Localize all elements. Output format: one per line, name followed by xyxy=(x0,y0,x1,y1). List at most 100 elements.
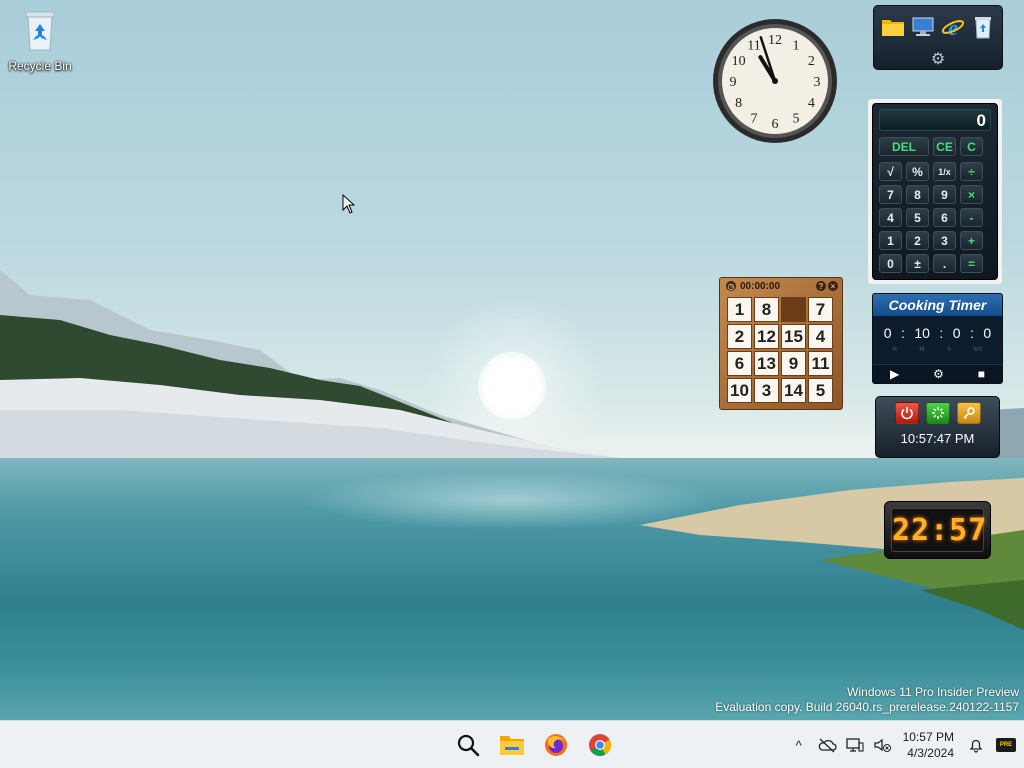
network-icon[interactable] xyxy=(841,737,869,753)
puzzle-tile[interactable]: 14 xyxy=(781,378,806,403)
timer-ms[interactable]: 0 xyxy=(983,325,991,341)
taskbar: ^ 10:57 PM 4/3/2024 PRE xyxy=(0,720,1024,768)
puzzle-tile[interactable]: 1 xyxy=(727,297,752,322)
internet-explorer-icon[interactable]: e xyxy=(940,14,966,40)
puzzle-tile[interactable]: 5 xyxy=(808,378,833,403)
calc-key[interactable]: 2 xyxy=(906,231,929,250)
taskbar-file-explorer-button[interactable] xyxy=(496,729,528,761)
calc-key[interactable]: √ xyxy=(879,162,902,181)
shutdown-gadget: 10:57:47 PM xyxy=(875,396,1000,458)
chrome-icon xyxy=(589,734,611,756)
calc-key[interactable]: 9 xyxy=(933,185,956,204)
windows-watermark: Windows 11 Pro Insider Preview Evaluatio… xyxy=(715,685,1019,715)
cooking-timer-gadget: Cooking Timer 0 : 10 : 0 : 0 H M S MS ▶ … xyxy=(872,293,1003,384)
taskbar-search-button[interactable] xyxy=(452,729,484,761)
onedrive-offline-icon[interactable] xyxy=(813,737,841,753)
timer-seconds[interactable]: 0 xyxy=(953,325,961,341)
insider-pre-badge[interactable]: PRE xyxy=(996,738,1016,752)
clock-number: 6 xyxy=(772,117,779,132)
clock-number: 1 xyxy=(793,39,800,54)
calc-key[interactable]: 7 xyxy=(879,185,902,204)
calc-key[interactable]: 0 xyxy=(879,254,902,273)
puzzle-timer-icon: ◷ xyxy=(726,281,736,291)
tray-overflow-chevron[interactable]: ^ xyxy=(785,738,813,753)
file-explorer-icon xyxy=(500,736,524,755)
slide-puzzle-gadget: ◷ 00:00:00 ? × 1 8 7 2 12 15 4 6 13 9 11 10 3 14 5 xyxy=(719,277,843,410)
puzzle-empty-slot[interactable] xyxy=(781,297,806,322)
quick-launch-gadget: e ⚙ xyxy=(873,5,1003,70)
calculator-display: 0 xyxy=(879,109,991,131)
calc-key-del[interactable]: DEL xyxy=(879,137,929,156)
clock-number: 7 xyxy=(751,111,758,126)
calc-key[interactable]: + xyxy=(960,231,983,250)
calc-key[interactable]: ÷ xyxy=(960,162,983,181)
taskbar-firefox-button[interactable] xyxy=(540,729,572,761)
timer-settings-icon[interactable]: ⚙ xyxy=(933,367,944,381)
puzzle-tile[interactable]: 13 xyxy=(754,351,779,376)
recycle-bin-desktop-icon[interactable]: Recycle Bin xyxy=(6,6,74,76)
timer-play-icon[interactable]: ▶ xyxy=(890,367,899,381)
puzzle-tile[interactable]: 10 xyxy=(727,378,752,403)
digital-clock-time: 22:57 xyxy=(891,508,986,552)
puzzle-board: 1 8 7 2 12 15 4 6 13 9 11 10 3 14 5 xyxy=(720,294,842,406)
clock-number: 3 xyxy=(814,75,821,90)
calc-key[interactable]: - xyxy=(960,208,983,227)
puzzle-tile[interactable]: 8 xyxy=(754,297,779,322)
puzzle-timer: 00:00:00 xyxy=(740,280,781,292)
svg-text:e: e xyxy=(948,15,958,39)
volume-muted-icon[interactable] xyxy=(869,737,897,753)
taskbar-chrome-button[interactable] xyxy=(584,729,616,761)
timer-separator: : xyxy=(939,325,944,341)
analog-clock-gadget[interactable]: 12 12 3 45678 9 1011 xyxy=(711,17,839,145)
puzzle-close-icon[interactable]: × xyxy=(828,281,838,291)
key-icon[interactable] xyxy=(956,402,981,424)
clock-number: 4 xyxy=(808,96,815,111)
puzzle-tile[interactable]: 6 xyxy=(727,351,752,376)
calc-key[interactable]: 8 xyxy=(906,185,929,204)
puzzle-tile[interactable]: 12 xyxy=(754,324,779,349)
computer-icon[interactable] xyxy=(910,14,936,40)
calc-key[interactable]: 1/x xyxy=(933,162,956,181)
taskbar-time: 10:57 PM xyxy=(902,730,954,744)
calc-key-ce[interactable]: CE xyxy=(933,137,956,156)
puzzle-help-icon[interactable]: ? xyxy=(816,281,826,291)
calc-key[interactable]: 5 xyxy=(906,208,929,227)
puzzle-tile[interactable]: 11 xyxy=(808,351,833,376)
launcher-settings-icon[interactable]: ⚙ xyxy=(874,49,1002,69)
timer-unit-h: H xyxy=(892,347,897,353)
timer-unit-m: M xyxy=(919,347,925,353)
recycle-bin-icon xyxy=(25,11,55,51)
hills-landscape xyxy=(0,270,1024,460)
calc-key[interactable]: % xyxy=(906,162,929,181)
search-icon xyxy=(457,734,480,757)
timer-hours[interactable]: 0 xyxy=(884,325,892,341)
calc-key[interactable]: × xyxy=(960,185,983,204)
power-icon[interactable] xyxy=(894,402,919,424)
taskbar-clock[interactable]: 10:57 PM 4/3/2024 xyxy=(897,729,962,761)
puzzle-tile[interactable]: 3 xyxy=(754,378,779,403)
system-tray: ^ 10:57 PM 4/3/2024 PRE xyxy=(785,721,1024,768)
timer-separator: : xyxy=(901,325,905,341)
digital-clock-gadget[interactable]: 22:57 xyxy=(884,501,991,559)
calc-key[interactable]: 3 xyxy=(933,231,956,250)
puzzle-tile[interactable]: 9 xyxy=(781,351,806,376)
calc-key[interactable]: . xyxy=(933,254,956,273)
calc-key[interactable]: 4 xyxy=(879,208,902,227)
recycle-bin-icon[interactable] xyxy=(970,14,996,40)
calc-key-c[interactable]: C xyxy=(960,137,983,156)
puzzle-tile[interactable]: 4 xyxy=(808,324,833,349)
calc-key[interactable]: 1 xyxy=(879,231,902,250)
timer-stop-icon[interactable]: ■ xyxy=(978,367,985,381)
clock-number: 10 xyxy=(732,54,746,69)
puzzle-tile[interactable]: 15 xyxy=(781,324,806,349)
puzzle-tile[interactable]: 7 xyxy=(808,297,833,322)
calc-key[interactable]: 6 xyxy=(933,208,956,227)
calc-key[interactable]: ± xyxy=(906,254,929,273)
puzzle-tile[interactable]: 2 xyxy=(727,324,752,349)
restart-icon[interactable] xyxy=(925,402,950,424)
timer-minutes[interactable]: 10 xyxy=(914,325,930,341)
notification-bell-icon[interactable] xyxy=(962,737,990,753)
calc-key[interactable]: = xyxy=(960,254,983,273)
folder-icon[interactable] xyxy=(880,14,906,40)
clock-number: 11 xyxy=(747,39,760,54)
